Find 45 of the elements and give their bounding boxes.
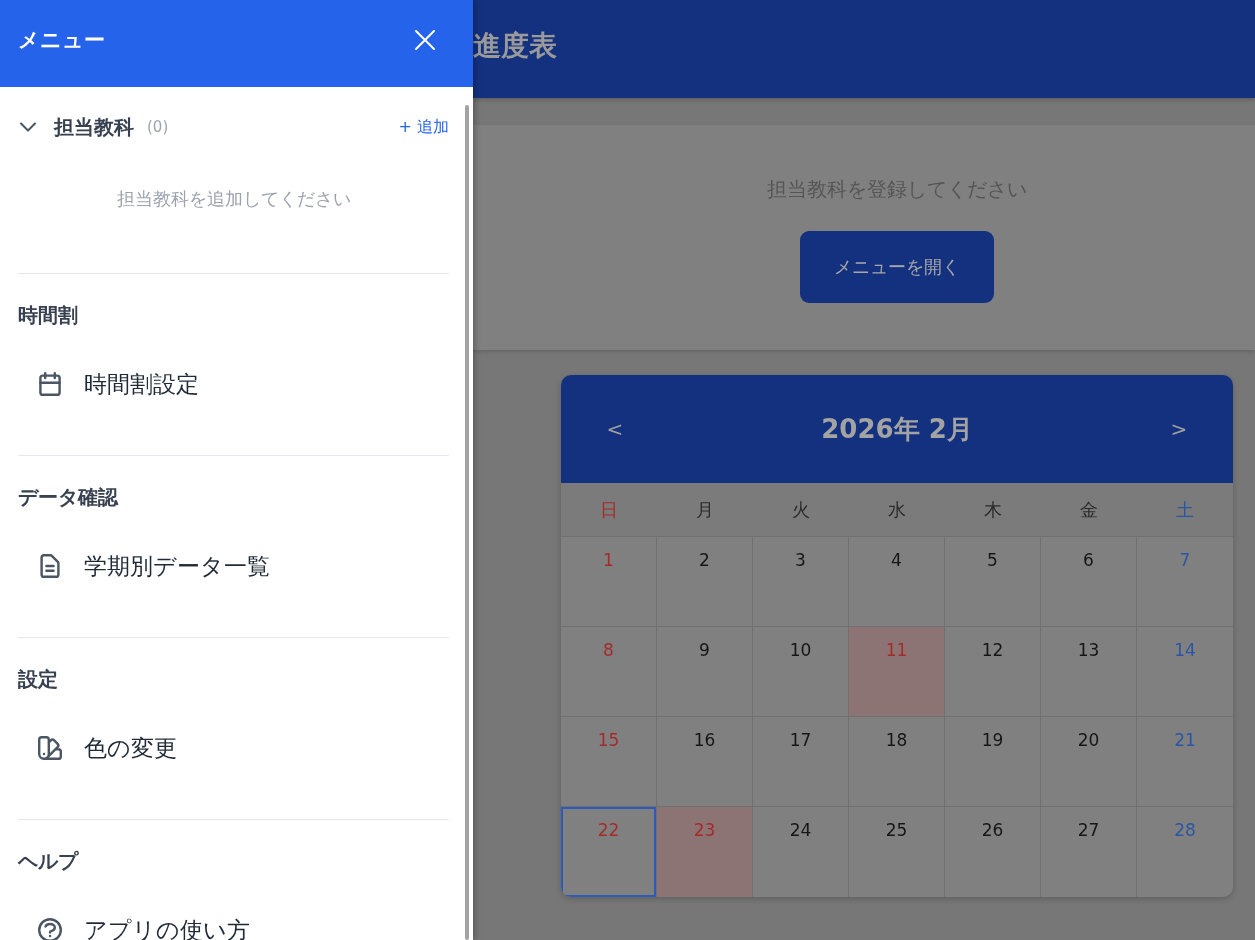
day-cell[interactable]: 3 [753,537,849,627]
section-heading: 設定 [18,666,59,693]
weekday-label: 火 [791,497,811,522]
app-title: 進度表 [473,28,557,64]
day-cell[interactable]: 26 [945,807,1041,897]
prev-month-button[interactable]: < [605,417,625,441]
help-icon [38,918,62,940]
swatch-icon [38,736,62,760]
calendar-icon [38,372,62,396]
close-icon [414,28,436,51]
next-month-button[interactable]: > [1169,417,1189,441]
subjects-toggle[interactable]: 担当教科 (0) [18,113,169,141]
weekday-label: 月 [695,497,715,522]
month-title: 2026年 2月 [821,412,973,446]
close-button[interactable] [414,28,436,51]
day-cell[interactable]: 27 [1041,807,1137,897]
weekday-label: 水 [887,497,907,522]
scrollbar-thumb[interactable] [465,105,469,940]
day-cell[interactable]: 2 [657,537,753,627]
day-cell[interactable]: 17 [753,717,849,807]
day-cell[interactable]: 24 [753,807,849,897]
weekday-label: 金 [1079,497,1099,522]
weekday-label: 土 [1175,497,1195,522]
section-heading: 時間割 [18,302,79,329]
empty-message: 担当教科を追加してください [115,187,352,211]
day-cell[interactable]: 20 [1041,717,1137,807]
add-subject-link[interactable]: + 追加 [398,116,449,138]
day-cell[interactable]: 19 [945,717,1041,807]
day-cell[interactable]: 5 [945,537,1041,627]
day-cell[interactable]: 18 [849,717,945,807]
weekday-label: 木 [983,497,1003,522]
open-menu-button[interactable]: メニューを開く [800,231,994,303]
day-cell[interactable]: 6 [1041,537,1137,627]
section-heading: データ確認 [18,484,120,511]
menu-item[interactable]: 時間割設定 [18,356,449,412]
day-cell[interactable]: 9 [657,627,753,717]
section-heading: ヘルプ [18,848,80,875]
menu-item[interactable]: 色の変更 [18,720,449,776]
day-cell[interactable]: 25 [849,807,945,897]
weekday-label: 日 [599,497,619,522]
drawer-title: メニュー [18,26,105,54]
menu-item[interactable]: 学期別データ一覧 [18,538,449,594]
day-cell[interactable]: 13 [1041,627,1137,717]
document-icon [38,554,62,578]
day-cell[interactable]: 12 [945,627,1041,717]
